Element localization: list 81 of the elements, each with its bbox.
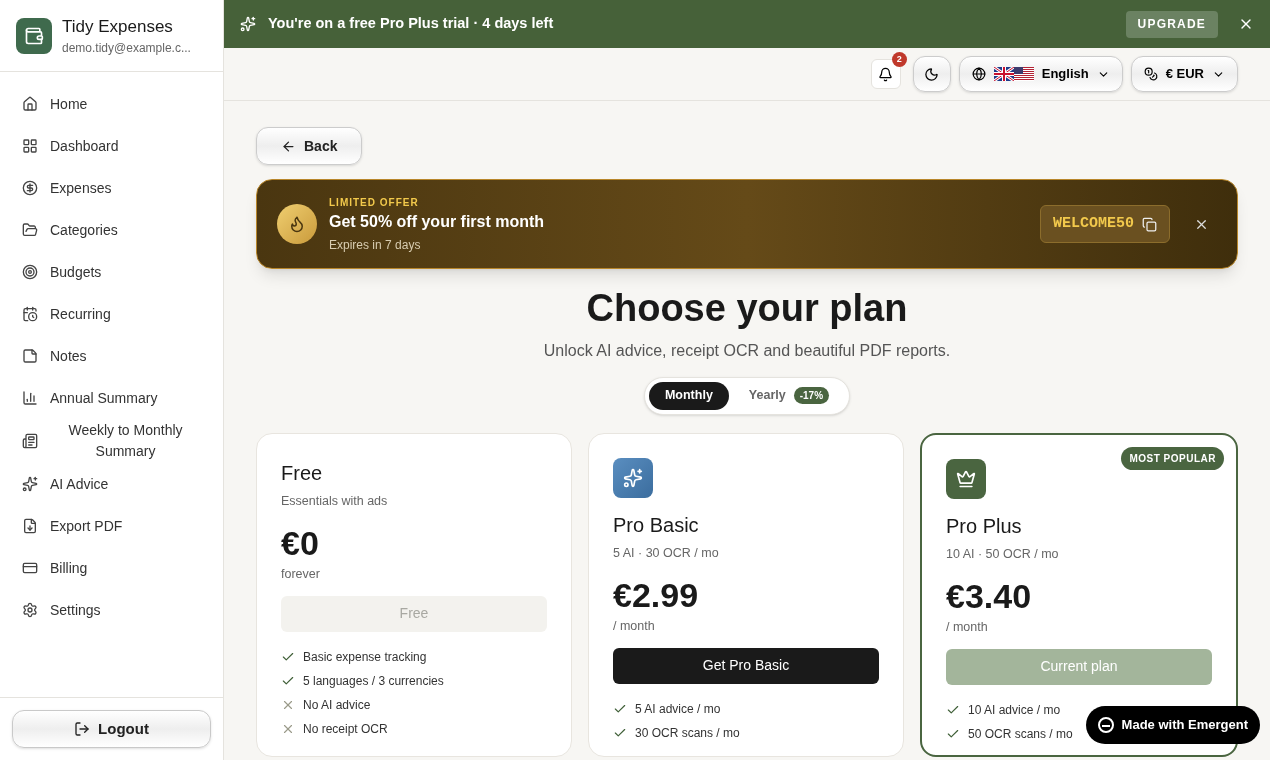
sidebar-item[interactable]: AI Advice bbox=[12, 464, 211, 504]
sidebar-item[interactable]: Notes bbox=[12, 336, 211, 376]
sidebar-item[interactable]: Billing bbox=[12, 548, 211, 588]
sparkles-icon bbox=[613, 457, 653, 498]
language-select[interactable]: English bbox=[958, 56, 1123, 92]
us-flag-icon bbox=[1013, 67, 1034, 81]
upgrade-button[interactable]: UPGRADE bbox=[1125, 10, 1218, 38]
sidebar-item[interactable]: Export PDF bbox=[12, 506, 211, 546]
sparkles-icon bbox=[22, 476, 38, 492]
feature-text: 5 AI advice / mo bbox=[635, 700, 721, 718]
plan-button[interactable]: Get Pro Basic bbox=[613, 647, 879, 684]
plan-period: / month bbox=[613, 617, 656, 635]
folder-icon bbox=[22, 222, 38, 238]
wallet-logo-icon bbox=[16, 17, 52, 54]
plan-subtitle: 5 AI · 30 OCR / mo bbox=[613, 544, 720, 562]
logout-icon bbox=[74, 721, 91, 737]
sidebar-item[interactable]: Dashboard bbox=[12, 126, 211, 166]
credit-card-icon bbox=[22, 560, 38, 576]
sidebar-item[interactable]: Home bbox=[12, 84, 211, 124]
house-icon bbox=[22, 96, 38, 112]
coins-icon bbox=[1143, 67, 1158, 81]
plan-subtitle: Essentials with ads bbox=[281, 492, 389, 510]
plan-period: / month bbox=[946, 618, 989, 636]
offer-expiry: Expires in 7 days bbox=[329, 236, 422, 254]
bell-icon bbox=[878, 66, 894, 82]
popular-badge: MOST POPULAR bbox=[1121, 446, 1224, 470]
emergent-logo-icon bbox=[1097, 717, 1114, 733]
sidebar-item[interactable]: Annual Summary bbox=[12, 378, 211, 418]
feature-text: 30 OCR scans / mo bbox=[635, 724, 740, 742]
feature-text: No receipt OCR bbox=[303, 720, 388, 738]
trial-text: You're on a free Pro Plus trial · 4 days left bbox=[268, 14, 555, 34]
back-button[interactable]: Back bbox=[256, 127, 363, 165]
feature-text: Basic expense tracking bbox=[303, 648, 427, 666]
sidebar-item[interactable]: Budgets bbox=[12, 252, 211, 292]
plan-subtitle: 10 AI · 50 OCR / mo bbox=[946, 545, 1060, 563]
plan-price: €3.40 bbox=[946, 576, 1033, 618]
offer-title: Get 50% off your first month bbox=[329, 211, 546, 232]
promo-code-button[interactable]: WELCOME50 bbox=[1040, 205, 1170, 243]
bar-chart-icon bbox=[22, 390, 38, 406]
user-email: demo.tidy@example.c... bbox=[62, 40, 191, 58]
offer-eyebrow: LIMITED OFFER bbox=[329, 195, 420, 210]
plan-name: Pro Basic bbox=[613, 512, 700, 538]
billing-tab[interactable]: Yearly -17% bbox=[732, 381, 846, 410]
feature-text: 10 AI advice / mo bbox=[968, 701, 1061, 719]
made-with-badge[interactable]: Made with Emergent bbox=[1085, 706, 1260, 744]
uk-flag-icon bbox=[993, 67, 1014, 81]
app-name: Tidy Expenses bbox=[62, 15, 174, 38]
target-icon bbox=[22, 264, 38, 280]
sidebar-item[interactable]: Recurring bbox=[12, 294, 211, 334]
sidebar-item[interactable]: Expenses bbox=[12, 168, 211, 208]
grid-icon bbox=[22, 138, 38, 154]
crown-icon bbox=[946, 458, 986, 499]
dollar-icon bbox=[22, 180, 38, 196]
sparkles-icon bbox=[240, 16, 256, 32]
sidebar-item[interactable]: Weekly to Monthly Summary bbox=[12, 420, 211, 462]
discount-badge: -17% bbox=[793, 387, 830, 404]
flame-icon bbox=[277, 204, 317, 244]
theme-toggle[interactable] bbox=[912, 56, 951, 92]
plan-name: Pro Plus bbox=[946, 513, 1023, 539]
moon-icon bbox=[924, 66, 940, 82]
billing-tab[interactable]: Monthly bbox=[648, 381, 729, 410]
sidebar-item[interactable]: Categories bbox=[12, 210, 211, 250]
page-title: Choose your plan bbox=[585, 286, 909, 331]
newspaper-icon bbox=[22, 433, 38, 449]
page-subtitle: Unlock AI advice, receipt OCR and beautiful PDF reports. bbox=[542, 340, 952, 361]
note-icon bbox=[22, 348, 38, 364]
sidebar-item[interactable]: Settings bbox=[12, 590, 211, 630]
plan-period: forever bbox=[281, 565, 321, 583]
file-download-icon bbox=[22, 518, 38, 534]
plan-price: €0 bbox=[281, 523, 320, 565]
feature-text: 50 OCR scans / mo bbox=[968, 725, 1073, 743]
settings-icon bbox=[22, 602, 38, 618]
plan-name: Free bbox=[281, 460, 324, 486]
logout-button[interactable]: Logout bbox=[12, 710, 211, 748]
copy-icon bbox=[1142, 216, 1157, 232]
plan-price: €2.99 bbox=[613, 575, 700, 617]
calendar-icon bbox=[22, 306, 38, 322]
globe-icon bbox=[971, 67, 986, 81]
feature-text: No AI advice bbox=[303, 696, 371, 714]
currency-select[interactable]: € EUR bbox=[1130, 56, 1238, 92]
feature-text: 5 languages / 3 currencies bbox=[303, 672, 444, 690]
